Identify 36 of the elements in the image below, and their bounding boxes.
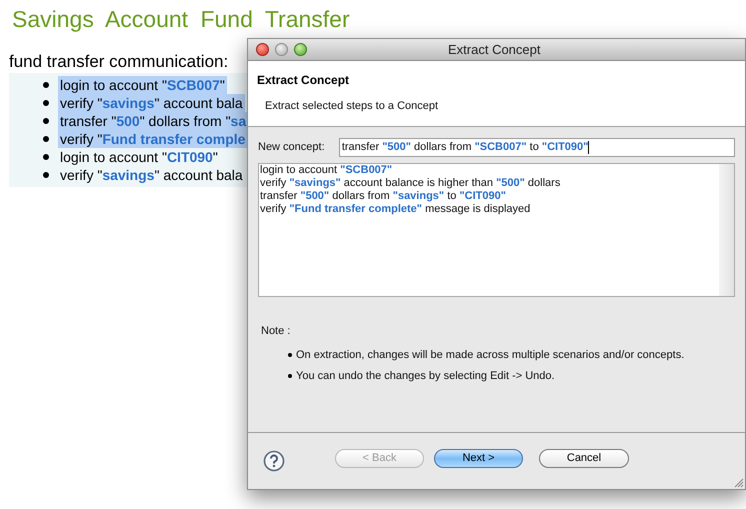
bullet-icon	[43, 136, 49, 142]
dialog-heading: Extract Concept	[257, 72, 350, 89]
step-line: transfer "500" dollars from "savings" to "CIT090"	[260, 190, 507, 203]
bullet-icon	[288, 374, 292, 378]
step-text[interactable]: verify "savings" account bala	[58, 94, 245, 112]
dialog-description: Extract selected steps to a Concept	[265, 99, 440, 114]
step-text[interactable]: login to account "CIT090"	[58, 148, 220, 166]
bullet-icon	[43, 118, 49, 124]
bullet-icon	[43, 82, 49, 88]
section-heading: fund transfer communication:	[9, 52, 230, 72]
zoom-button[interactable]	[294, 43, 307, 56]
step-line: login to account "SCB007"	[260, 164, 394, 177]
step-text[interactable]: transfer "500" dollars from "sa	[58, 112, 248, 130]
step-line: verify "savings" account balance is higher than "500" dollars	[260, 177, 562, 190]
resize-grip-icon[interactable]	[733, 477, 744, 488]
step-text[interactable]: verify "savings" account bala	[58, 166, 245, 184]
dialog-button[interactable]: Cancel	[539, 448, 629, 468]
help-icon[interactable]	[263, 450, 285, 472]
concept-field[interactable]: transfer "500" dollars from "SCB007" to "CIT090"	[338, 138, 735, 157]
steps-text-area[interactable]: login to account "SCB007" verify "savings" account balance is higher than "500" dollars transfer "500" dollars from "savings" to "CIT090" verify "Fund transfer complete" message is displayed	[258, 163, 735, 297]
bullet-icon	[43, 100, 49, 106]
field-label: New concept:	[258, 140, 326, 156]
close-button[interactable]	[256, 43, 269, 56]
note-label: Note :	[261, 324, 292, 339]
note-text: On extraction, changes will be made across multiple scenarios and/or concepts.	[296, 348, 684, 362]
dialog-button[interactable]: Next >	[434, 448, 523, 468]
minimize-button[interactable]	[275, 43, 288, 56]
page-title: Savings Account Fund Transfer	[12, 5, 351, 34]
window-title: Extract Concept	[448, 40, 540, 59]
step-text[interactable]: verify "Fund transfer comple	[58, 130, 248, 148]
bullet-icon	[288, 352, 292, 357]
bullet-icon	[43, 154, 49, 160]
step-text[interactable]: login to account "SCB007"	[58, 76, 227, 94]
step-line: verify "Fund transfer complete" message is displayed	[260, 203, 532, 216]
note-text: You can undo the changes by selecting Edit -> Undo.	[296, 369, 555, 384]
bullet-icon	[43, 172, 49, 178]
